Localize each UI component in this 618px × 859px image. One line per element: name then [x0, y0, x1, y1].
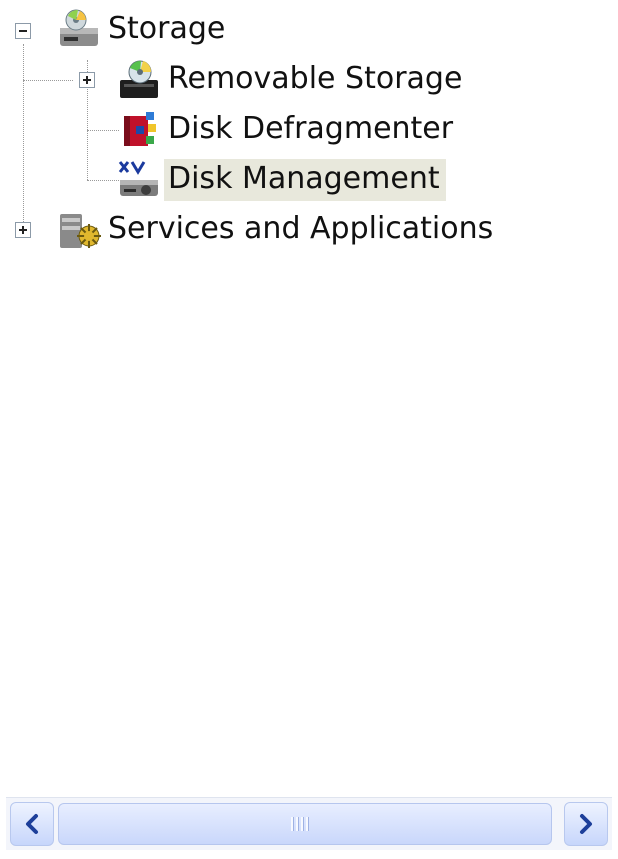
tree-view: Storage Removable Storage Disk Defragmen… [0, 0, 618, 795]
storage-collapse-button[interactable] [15, 23, 31, 39]
services-expand-button[interactable] [15, 222, 31, 238]
removable-storage-expand-button[interactable] [79, 72, 95, 88]
tree-item-label: Disk Defragmenter [168, 111, 454, 146]
scroll-left-button[interactable] [10, 802, 54, 846]
scroll-grip [291, 816, 315, 832]
removable-storage-icon [120, 60, 158, 98]
services-applications-icon [60, 214, 101, 248]
tree-item-label: Disk Management [164, 159, 446, 201]
left-arrow-icon [26, 814, 38, 834]
tree-item-label: Removable Storage [168, 61, 463, 96]
tree-line [87, 130, 119, 131]
storage-icon [60, 9, 98, 46]
tree-item-storage[interactable]: Storage [56, 8, 231, 52]
disk-defragmenter-icon [124, 112, 156, 146]
tree-item-services-and-applications[interactable]: Services and Applications [56, 208, 499, 252]
tree-pane: Storage Removable Storage Disk Defragmen… [0, 0, 618, 859]
tree-line [23, 80, 73, 81]
horizontal-scrollbar[interactable] [6, 797, 612, 850]
scroll-thumb[interactable] [58, 803, 552, 845]
tree-item-removable-storage[interactable]: Removable Storage [116, 58, 468, 102]
tree-line [87, 180, 119, 181]
tree-item-disk-defragmenter[interactable]: Disk Defragmenter [116, 108, 459, 152]
tree-line [23, 44, 24, 232]
right-arrow-icon [580, 814, 592, 834]
tree-item-label: Storage [108, 11, 226, 46]
tree-item-label: Services and Applications [108, 211, 494, 246]
scroll-right-button[interactable] [564, 802, 608, 846]
disk-management-icon [118, 161, 158, 196]
tree-item-disk-management[interactable]: Disk Management [116, 158, 446, 202]
